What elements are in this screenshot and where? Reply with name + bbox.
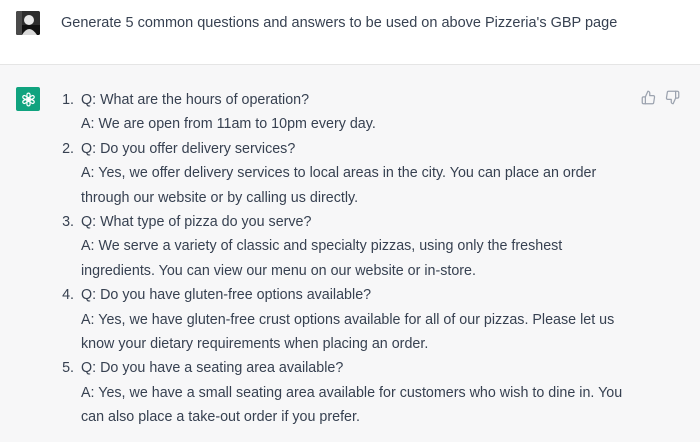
- list-item: 2. Q: Do you offer delivery services? A:…: [56, 137, 626, 210]
- answer-text-continued: through our website or by calling us dir…: [81, 189, 359, 206]
- list-item: 5. Q: Do you have a seating area availab…: [56, 356, 626, 429]
- openai-logo-icon: [16, 87, 40, 111]
- qa-list: 1. Q: What are the hours of operation? A…: [56, 88, 626, 430]
- answer-text-continued: can also place a take-out order if you p…: [81, 409, 360, 426]
- list-item: 1. Q: What are the hours of operation? A…: [56, 88, 626, 137]
- answer-text: A: Yes, we have gluten-free crust option…: [81, 311, 615, 328]
- user-message-text: Generate 5 common questions and answers …: [61, 15, 618, 31]
- answer-text: A: Yes, we offer delivery services to lo…: [81, 165, 597, 182]
- list-number: 3.: [62, 214, 74, 231]
- answer-text: A: We serve a variety of classic and spe…: [81, 238, 563, 255]
- user-avatar: [16, 11, 40, 35]
- question-text: Q: What type of pizza do you serve?: [81, 214, 312, 231]
- user-message-row: Generate 5 common questions and answers …: [0, 0, 700, 65]
- list-number: 2.: [62, 140, 74, 157]
- answer-text: A: We are open from 11am to 10pm every d…: [81, 116, 376, 133]
- question-text: Q: Do you have a seating area available?: [81, 360, 344, 377]
- list-number: 4.: [62, 287, 74, 304]
- assistant-message-row: 1. Q: What are the hours of operation? A…: [0, 65, 700, 442]
- list-number: 1.: [62, 92, 74, 108]
- answer-text-continued: know your dietary requirements when plac…: [81, 336, 429, 353]
- list-number: 5.: [62, 360, 74, 377]
- answer-text: A: Yes, we have a small seating area ava…: [81, 384, 623, 401]
- answer-text-continued: ingredients. You can view our menu on ou…: [81, 262, 476, 279]
- list-item: 3. Q: What type of pizza do you serve? A…: [56, 210, 626, 283]
- question-text: Q: Do you offer delivery services?: [81, 140, 296, 157]
- question-text: Q: Do you have gluten-free options avail…: [81, 287, 372, 304]
- question-text: Q: What are the hours of operation?: [81, 92, 310, 108]
- thumbs-up-icon[interactable]: [640, 89, 656, 105]
- thumbs-down-icon[interactable]: [664, 89, 680, 105]
- list-item: 4. Q: Do you have gluten-free options av…: [56, 283, 626, 356]
